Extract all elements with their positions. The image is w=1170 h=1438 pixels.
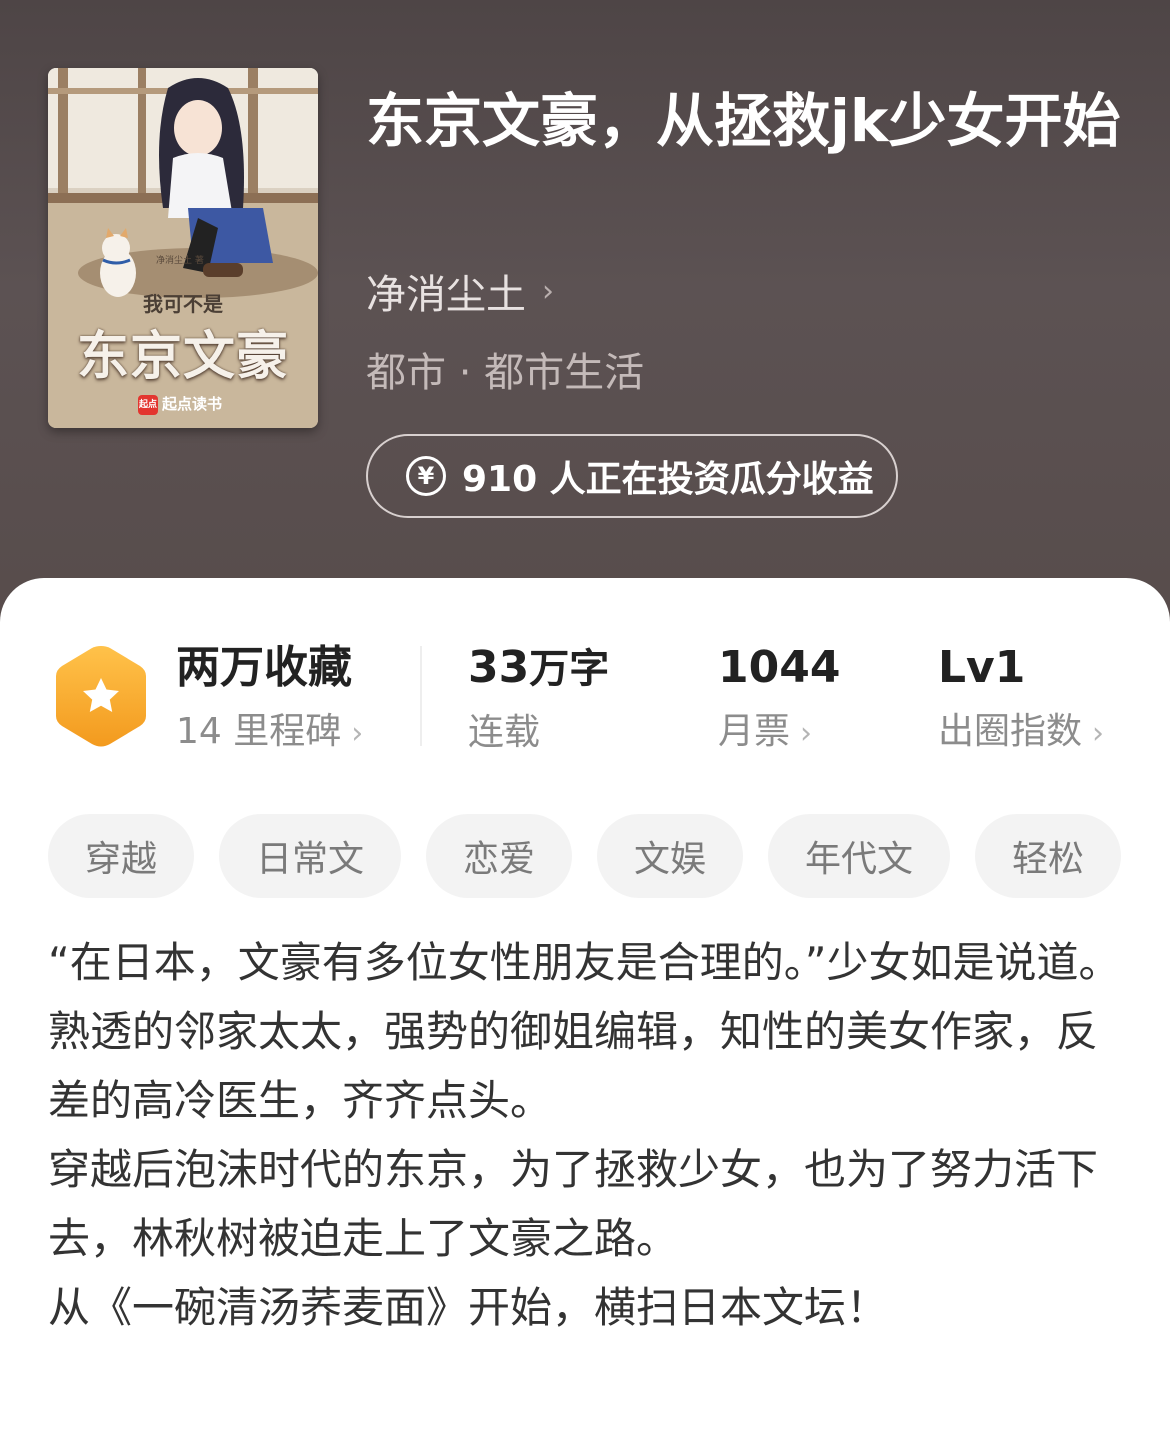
stat-level[interactable]: Lv1 出圈指数 › <box>938 640 1104 754</box>
book-synopsis: “在日本，文豪有多位女性朋友是合理的。”少女如是说道。 熟透的邻家太太，强势的御… <box>48 928 1128 1342</box>
word-count: 33万字 <box>468 640 609 697</box>
chevron-right-icon: › <box>542 273 554 309</box>
tag-chip[interactable]: 轻松 <box>975 814 1121 898</box>
tag-chip[interactable]: 穿越 <box>48 814 194 898</box>
book-cover[interactable]: 净消尘土 著 我可不是 东京文豪 起点 起点读书 <box>48 68 318 428</box>
qidian-logo-icon: 起点 <box>138 394 158 415</box>
tag-chip[interactable]: 日常文 <box>219 814 401 898</box>
monthly-ticket-label: 月票 <box>718 711 791 752</box>
breakout-index-label: 出圈指数 <box>938 711 1083 752</box>
chevron-right-icon: › <box>1092 716 1105 751</box>
author-link[interactable]: 净消尘土 › <box>366 262 554 320</box>
tag-chip[interactable]: 恋爱 <box>426 814 572 898</box>
cover-title: 东京文豪 <box>76 327 289 387</box>
synopsis-paragraph: 从《一碗清汤荞麦面》开始，横扫日本文坛！ <box>48 1283 889 1332</box>
chevron-right-icon: › <box>351 716 364 751</box>
stats-divider <box>420 646 422 746</box>
cover-subtitle: 我可不是 <box>143 292 223 316</box>
cover-brand-label: 起点读书 <box>162 395 223 413</box>
stat-words: 33万字 连载 <box>468 640 609 755</box>
author-name: 净消尘土 <box>366 272 526 318</box>
tag-list: 穿越 日常文 恋爱 文娱 年代文 轻松 <box>48 814 1170 898</box>
book-title: 东京文豪，从拯救jk少女开始 <box>366 87 1121 155</box>
tag-chip[interactable]: 年代文 <box>768 814 950 898</box>
stat-monthly-tickets[interactable]: 1044 月票 › <box>718 640 840 754</box>
milestones-label: 14 里程碑 <box>176 711 342 752</box>
monthly-ticket-link[interactable]: 月票 › <box>718 702 840 754</box>
svg-text:净消尘土 著: 净消尘土 著 <box>156 254 204 266</box>
chevron-right-icon: › <box>800 716 813 751</box>
word-count-number: 33 <box>468 642 530 693</box>
book-category[interactable]: 都市 · 都市生活 <box>366 340 644 398</box>
level-value: Lv1 <box>938 642 1026 693</box>
book-detail-card: 两万收藏 14 里程碑 › 33万字 连载 1044 月票 › Lv1 出圈指数 › … <box>0 578 1170 1438</box>
stat-favorites[interactable]: 两万收藏 14 里程碑 › <box>176 640 363 754</box>
cover-brand: 起点 起点读书 <box>138 393 222 415</box>
invest-label: 910 人正在投资瓜分收益 <box>462 459 874 500</box>
breakout-index-link[interactable]: 出圈指数 › <box>938 702 1104 754</box>
favorites-count: 两万收藏 <box>176 642 352 693</box>
synopsis-paragraph: “在日本，文豪有多位女性朋友是合理的。”少女如是说道。 <box>48 938 1121 987</box>
yen-coin-icon: ¥ <box>406 456 446 496</box>
serial-status: 连载 <box>468 712 541 753</box>
book-header: 净消尘土 著 我可不是 东京文豪 起点 起点读书 东京文豪，从拯救jk少女开始 净… <box>0 0 1170 640</box>
tag-chip[interactable]: 文娱 <box>597 814 743 898</box>
invest-button[interactable]: ¥ 910 人正在投资瓜分收益 <box>366 434 898 518</box>
synopsis-paragraph: 熟透的邻家太太，强势的御姐编辑，知性的美女作家，反差的高冷医生，齐齐点头。 <box>48 1007 1099 1125</box>
word-count-unit: 万字 <box>529 646 610 692</box>
synopsis-paragraph: 穿越后泡沫时代的东京，为了拯救少女，也为了努力活下去，林秋树被迫走上了文豪之路。 <box>48 1145 1099 1263</box>
monthly-ticket-count: 1044 <box>718 642 841 693</box>
star-hexagon-icon <box>56 646 146 747</box>
milestones-link[interactable]: 14 里程碑 › <box>176 702 363 754</box>
